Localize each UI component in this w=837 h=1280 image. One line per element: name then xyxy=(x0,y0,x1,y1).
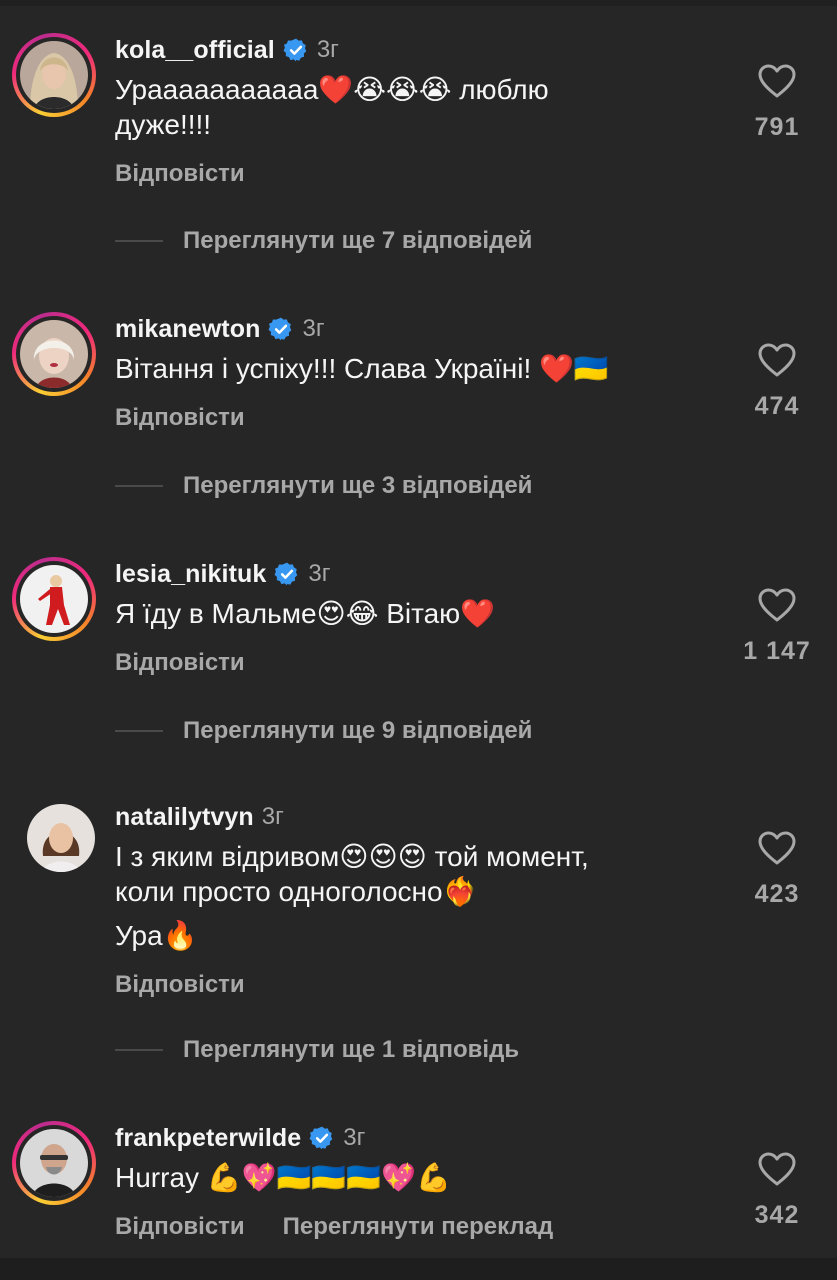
view-replies-button[interactable]: Переглянути ще 9 відповідей xyxy=(115,711,532,751)
heart-icon[interactable] xyxy=(757,63,797,99)
like-control: 1 147 xyxy=(722,587,832,666)
like-control: 791 xyxy=(722,63,832,142)
like-count: 791 xyxy=(754,113,800,141)
timestamp: 3г xyxy=(343,1124,366,1151)
avatar[interactable] xyxy=(12,1121,96,1205)
like-control: 423 xyxy=(722,830,832,909)
like-control: 474 xyxy=(722,342,832,421)
comment-text-line: дуже!!!! xyxy=(115,109,212,140)
reply-button[interactable]: Відповісти xyxy=(115,649,245,677)
username[interactable]: frankpeterwilde xyxy=(115,1124,301,1153)
timestamp: 3г xyxy=(302,315,325,342)
comment-text-line: коли просто одноголосно❤️‍🔥 xyxy=(115,876,478,907)
replies-divider xyxy=(115,485,163,487)
avatar-image xyxy=(20,320,88,388)
timestamp: 3г xyxy=(316,36,339,63)
like-count: 342 xyxy=(754,1201,800,1229)
avatar-image xyxy=(20,1129,88,1197)
comment-text-line: Урааааааааааа❤️😭😭😭 люблю xyxy=(115,74,549,105)
view-replies-button[interactable]: Переглянути ще 3 відповідей xyxy=(115,466,532,506)
reply-button[interactable]: Відповісти xyxy=(115,160,245,188)
avatar[interactable] xyxy=(12,312,96,396)
like-count: 423 xyxy=(754,880,800,908)
reply-button[interactable]: Відповісти xyxy=(115,404,245,432)
username[interactable]: kola__official xyxy=(115,36,275,65)
avatar[interactable] xyxy=(12,557,96,641)
view-replies-label: Переглянути ще 1 відповідь xyxy=(183,1036,520,1063)
top-edge xyxy=(0,0,837,6)
comment-text-line: Ура🔥 xyxy=(115,920,198,951)
verified-badge-icon xyxy=(283,38,307,62)
timestamp: 3г xyxy=(261,803,284,830)
comment-text: І з яким відривом😍😍😍 той момент, коли пр… xyxy=(115,839,715,953)
like-control: 342 xyxy=(722,1151,832,1230)
view-replies-label: Переглянути ще 9 відповідей xyxy=(183,717,533,744)
username[interactable]: lesia_nikituk xyxy=(115,560,266,589)
comment-text: Я їду в Мальме😍😂 Вітаю❤️ xyxy=(115,596,715,631)
verified-badge-icon xyxy=(309,1126,333,1150)
avatar[interactable] xyxy=(12,800,96,884)
replies-divider xyxy=(115,730,163,732)
comment-text-line: Вітання і успіху!!! Слава Україні! ❤️🇺🇦 xyxy=(115,353,609,384)
verified-badge-icon xyxy=(274,562,298,586)
like-count: 1 147 xyxy=(743,637,811,665)
comment-text-line: Hurray 💪💖🇺🇦🇺🇦🇺🇦💖💪 xyxy=(115,1162,451,1193)
avatar-image xyxy=(20,565,88,633)
username[interactable]: natalilytvyn xyxy=(115,803,254,832)
comment-text-line: І з яким відривом😍😍😍 той момент, xyxy=(115,841,589,872)
like-count: 474 xyxy=(754,392,800,420)
avatar-image xyxy=(27,804,95,872)
username[interactable]: mikanewton xyxy=(115,315,260,344)
comment-text: Вітання і успіху!!! Слава Україні! ❤️🇺🇦 xyxy=(115,351,715,386)
heart-icon[interactable] xyxy=(757,587,797,623)
see-translation-button[interactable]: Переглянути переклад xyxy=(283,1213,554,1241)
view-replies-label: Переглянути ще 7 відповідей xyxy=(183,227,533,254)
comment-text: Hurray 💪💖🇺🇦🇺🇦🇺🇦💖💪 xyxy=(115,1160,715,1195)
heart-icon[interactable] xyxy=(757,1151,797,1187)
view-replies-label: Переглянути ще 3 відповідей xyxy=(183,472,533,499)
comment-text: Урааааааааааа❤️😭😭😭 люблю дуже!!!! xyxy=(115,72,715,142)
view-replies-button[interactable]: Переглянути ще 1 відповідь xyxy=(115,1030,519,1070)
heart-icon[interactable] xyxy=(757,830,797,866)
avatar[interactable] xyxy=(12,33,96,117)
comment-text-line: Я їду в Мальме😍😂 Вітаю❤️ xyxy=(115,598,496,629)
reply-button[interactable]: Відповісти xyxy=(115,971,245,999)
heart-icon[interactable] xyxy=(757,342,797,378)
bottom-edge xyxy=(0,1258,837,1280)
replies-divider xyxy=(115,1049,163,1051)
verified-badge-icon xyxy=(269,317,292,341)
view-replies-button[interactable]: Переглянути ще 7 відповідей xyxy=(115,221,532,261)
replies-divider xyxy=(115,240,163,242)
avatar-image xyxy=(20,41,88,109)
timestamp: 3г xyxy=(308,560,331,587)
reply-button[interactable]: Відповісти xyxy=(115,1213,245,1241)
